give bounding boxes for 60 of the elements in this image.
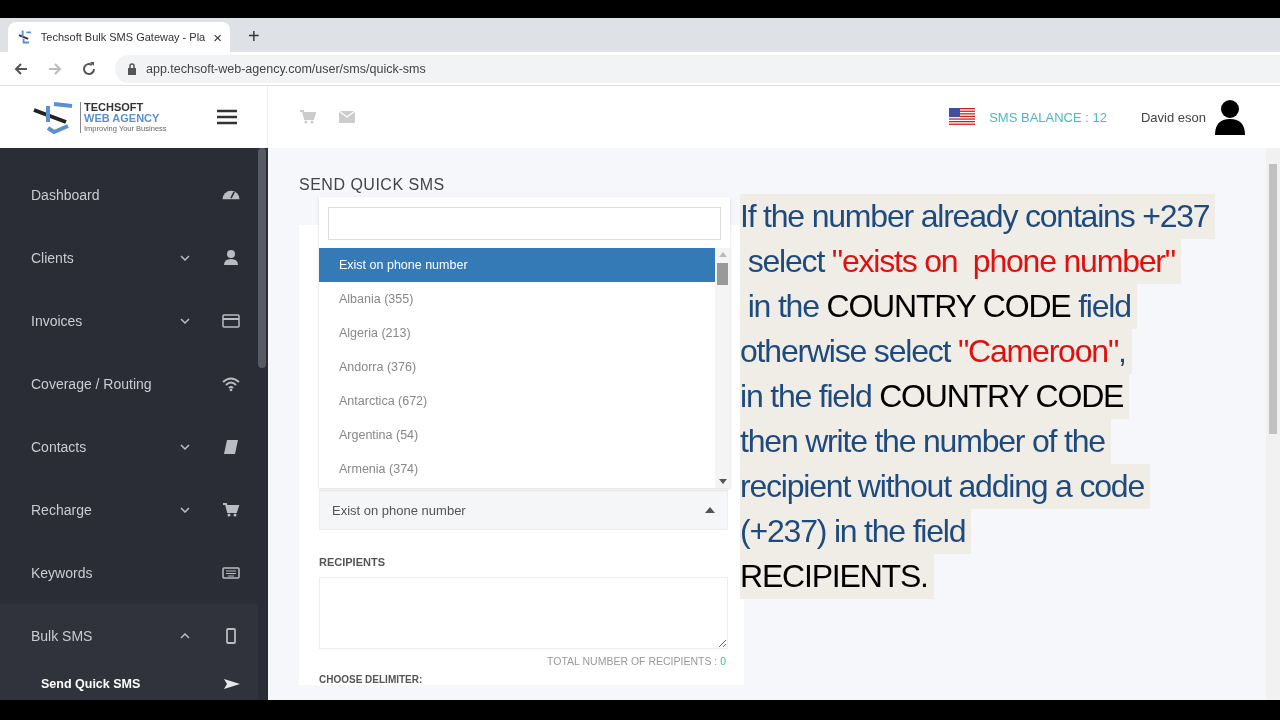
user-icon — [222, 248, 240, 267]
url-text: app.techsoft-web-agency.com/user/sms/quick-sms — [146, 61, 426, 76]
address-bar[interactable]: app.techsoft-web-agency.com/user/sms/quick-sms — [115, 54, 1280, 83]
sidebar-item[interactable]: Recharge — [0, 478, 258, 541]
dropdown-option[interactable]: Algeria (213) — [319, 316, 715, 350]
sidebar-item[interactable]: Bulk SMS — [0, 604, 258, 667]
new-tab-button[interactable]: + — [248, 24, 260, 48]
sidebar-item[interactable]: Clients — [0, 226, 258, 289]
scrollbar-thumb[interactable] — [1269, 164, 1277, 434]
flag-icon[interactable] — [949, 108, 976, 126]
lock-icon — [127, 62, 137, 75]
user-name[interactable]: David eson — [1140, 109, 1206, 125]
scroll-down-icon[interactable] — [718, 479, 727, 484]
dropdown-option[interactable]: Andorra (376) — [319, 350, 715, 384]
reload-icon[interactable] — [81, 60, 97, 77]
caret-down-icon — [180, 317, 190, 324]
scrollbar-thumb[interactable] — [258, 148, 266, 368]
close-tab-button[interactable]: × — [213, 28, 222, 46]
sidebar-item[interactable]: Dashboard — [0, 163, 258, 226]
sidebar-item[interactable]: Keywords — [0, 541, 258, 604]
paper-plane-icon — [224, 678, 240, 689]
sms-balance: SMS BALANCE : 12 — [989, 109, 1107, 125]
user-avatar-icon[interactable] — [1214, 99, 1246, 135]
scroll-up-icon[interactable] — [718, 252, 727, 257]
caret-down-icon — [180, 506, 190, 513]
browser-tab[interactable]: Techsoft Bulk SMS Gateway - Pla × — [8, 22, 230, 52]
caret-up-icon — [180, 632, 190, 639]
caret-up-icon — [705, 507, 715, 513]
forward-icon[interactable] — [47, 60, 63, 77]
dropdown-option[interactable]: Argentina (54) — [319, 418, 715, 452]
recipients-count: 0 — [720, 655, 726, 667]
back-icon[interactable] — [13, 60, 29, 77]
field-label: RECIPIENTS — [319, 556, 386, 568]
field-label: CHOOSE DELIMITER: — [319, 674, 424, 685]
logo-text: TECHSOFT — [84, 101, 145, 113]
dropdown-option[interactable]: Albania (355) — [319, 282, 715, 316]
submenu-item[interactable]: Send Quick SMS — [0, 667, 258, 700]
credit-card-icon — [222, 311, 240, 330]
recipients-total-label: TOTAL NUMBER OF RECIPIENTS : — [547, 655, 719, 667]
scrollbar-thumb[interactable] — [717, 263, 728, 285]
mail-icon[interactable] — [339, 111, 355, 123]
cart-icon[interactable] — [300, 110, 316, 124]
caret-down-icon — [180, 443, 190, 450]
sidebar-item[interactable]: Contacts — [0, 415, 258, 478]
cart-icon — [222, 500, 240, 519]
logo-text: WEB AGENCY — [84, 112, 161, 124]
caret-down-icon — [180, 254, 190, 261]
dropdown-option[interactable]: Armenia (374) — [319, 452, 715, 486]
sidebar-item[interactable]: Coverage / Routing — [0, 352, 258, 415]
logo-icon — [18, 29, 33, 45]
tab-title: Techsoft Bulk SMS Gateway - Pla — [40, 31, 206, 43]
page-title: SEND QUICK SMS — [299, 176, 446, 195]
search-field[interactable] — [328, 207, 721, 240]
menu-icon[interactable] — [217, 109, 237, 125]
dashboard-icon — [222, 189, 240, 200]
recipients-field[interactable] — [319, 577, 728, 649]
country-select[interactable]: Exist on phone number — [319, 490, 728, 530]
dropdown-option[interactable]: Exist on phone number — [319, 248, 715, 282]
dropdown-option[interactable]: Antarctica (672) — [319, 384, 715, 418]
sidebar-item[interactable]: Invoices — [0, 289, 258, 352]
